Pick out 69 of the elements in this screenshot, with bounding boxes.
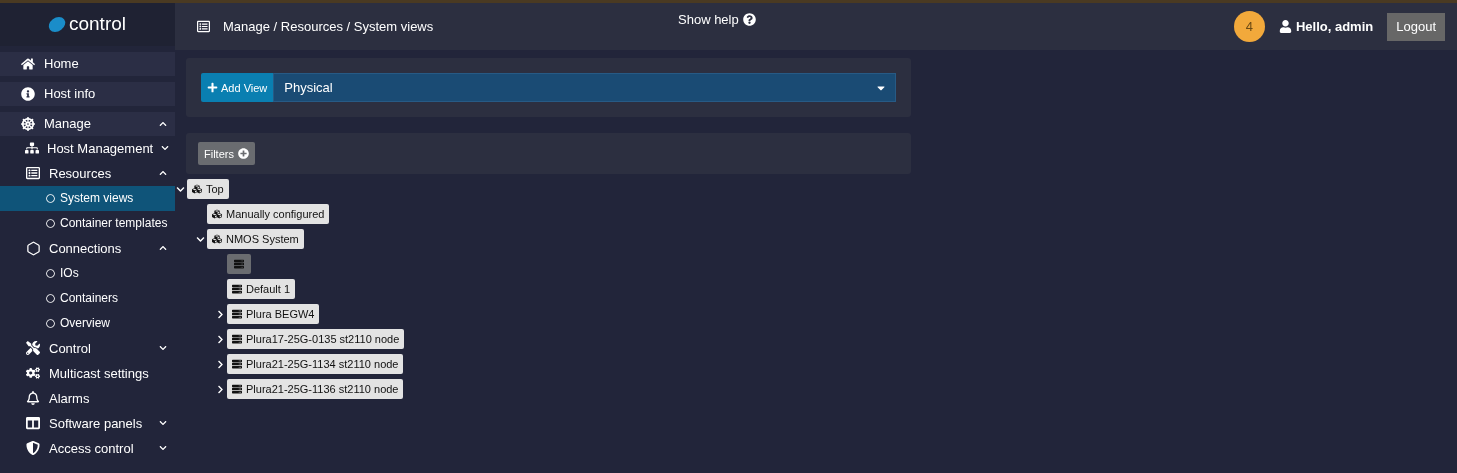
tree-node[interactable]: NMOS System [207,229,304,249]
user-icon [1278,20,1292,33]
user-greeting: Hello, admin [1278,19,1374,34]
chevron-icon[interactable] [196,234,207,244]
list-icon [25,166,41,181]
help-icon [742,13,756,26]
sidebar-item[interactable]: IOs [0,260,175,286]
notification-badge[interactable]: 4 [1233,11,1265,42]
sidebar-item[interactable]: Resources [0,160,175,186]
cubes-icon [212,234,222,244]
plus-icon [207,82,218,93]
tree-node[interactable]: Plura21-25G-1136 st2110 node [227,379,404,399]
bell-icon [25,391,41,406]
home-icon [20,56,36,71]
info-icon [20,86,36,101]
chevron-icon [159,419,167,428]
chevron-icon [161,144,170,153]
gears-icon [25,366,41,381]
server-icon [232,384,242,394]
sitemap-icon [25,141,39,156]
breadcrumb: Manage / Resources / System views [223,19,434,34]
filters-button[interactable]: Filters [198,142,255,165]
sidebar-item[interactable]: Access control [0,435,175,461]
sidebar-item[interactable]: Alarms [0,385,175,411]
columns-icon [25,416,41,431]
sidebar-item[interactable]: Containers [0,285,175,311]
sidebar-item[interactable]: Control [0,335,175,361]
help-link[interactable]: Show help [678,12,756,27]
server-icon [232,309,242,319]
sidebar-item[interactable]: Container templates [0,210,175,236]
wheel-icon [20,116,36,131]
sidebar-item[interactable]: Host info [0,81,175,106]
chevron-icon [159,344,167,353]
cubes-icon [212,209,222,219]
tree-node[interactable]: Default 1 [227,279,296,299]
tree-node[interactable] [227,254,251,274]
sidebar-item[interactable]: Connections [0,235,175,261]
sidebar-item[interactable]: Home [0,51,175,76]
tree-node[interactable]: Top [187,179,229,199]
chevron-icon [159,244,167,253]
tree-node[interactable]: Plura21-25G-1134 st2110 node [227,354,404,374]
server-icon [232,359,242,369]
sidebar-item[interactable]: Software panels [0,410,175,436]
chevron-icon [159,169,167,178]
cubes-icon [192,184,202,194]
view-select[interactable]: Physical [273,73,896,102]
sidebar-item[interactable]: Multicast settings [0,360,175,386]
chevron-icon [159,444,167,453]
tree-node[interactable]: Plura17-25G-0135 st2110 node [227,329,405,349]
tree-node[interactable]: Manually configured [207,204,330,224]
logo-icon [46,16,67,32]
chevron-icon [159,119,167,128]
add-view-button[interactable]: Add View [201,73,274,102]
server-icon [232,284,242,294]
sidebar-item[interactable]: Manage [0,111,175,136]
shield-icon [25,441,41,456]
hexagon-icon [25,240,41,256]
menu-icon[interactable] [195,20,211,33]
logout-button[interactable]: Logout [1387,12,1445,41]
sidebar-item[interactable]: Overview [0,310,175,336]
sidebar-item[interactable]: Host Management [0,135,175,161]
tools-icon [25,341,41,356]
tree-node[interactable]: Plura BEGW4 [227,304,320,324]
logo-text: control [69,13,126,36]
chevron-icon[interactable] [176,184,187,194]
plus-icon [237,148,249,159]
server-icon [234,259,244,269]
sidebar-item[interactable]: System views [0,185,175,211]
server-icon [232,334,242,344]
